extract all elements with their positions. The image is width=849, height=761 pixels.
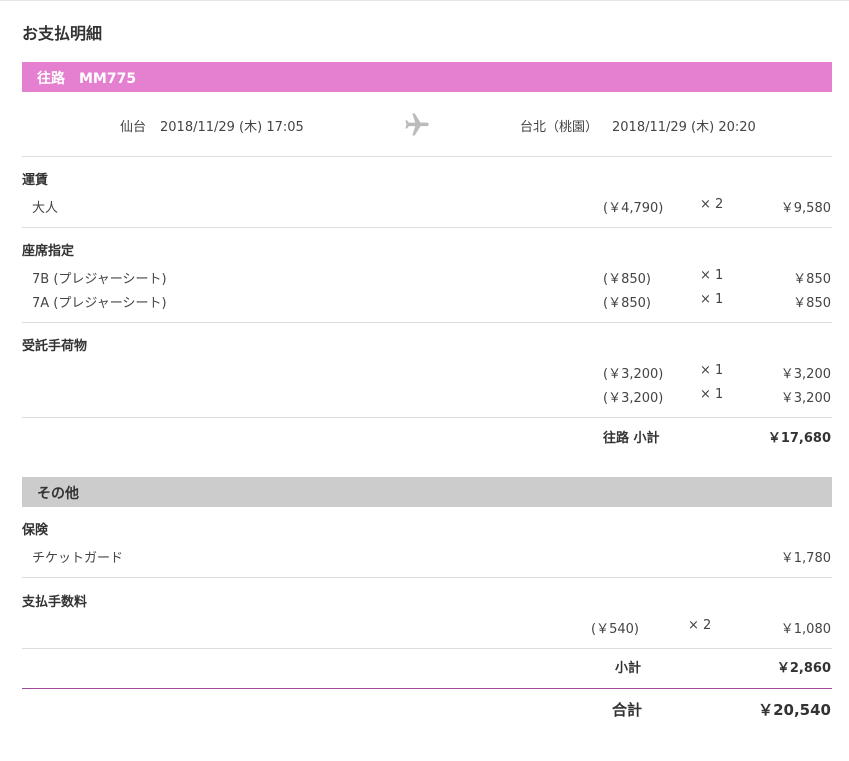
line-item-amount: ￥9,580	[780, 201, 831, 216]
line-item-label: 7A (プレジャーシート)	[32, 296, 167, 311]
line-item-unit-price: (￥850)	[603, 296, 651, 311]
line-item-amount: ￥1,780	[780, 551, 831, 566]
line-item-quantity: × 1	[700, 363, 724, 378]
line-item-label: 7B (プレジャーシート)	[32, 272, 167, 287]
seat-section-title: 座席指定	[22, 244, 75, 259]
arrival-city: 台北（桃園）	[520, 120, 599, 135]
outbound-flight-label: 往路 MM775	[37, 71, 137, 87]
outbound-subtotal-label: 往路 小計	[603, 431, 660, 446]
payment-fee-section-title: 支払手数料	[22, 595, 88, 610]
line-item-quantity: × 2	[700, 197, 724, 212]
line-item-quantity: × 2	[688, 618, 712, 633]
line-item-quantity: × 1	[700, 387, 724, 402]
top-divider	[0, 0, 849, 1]
departure-city: 仙台	[120, 120, 147, 135]
outbound-subtotal-amount: ￥17,680	[767, 431, 831, 446]
line-item-amount: ￥3,200	[780, 391, 831, 406]
total-divider	[22, 688, 832, 689]
grand-total-label: 合計	[612, 701, 643, 719]
departure-datetime: 2018/11/29 (木) 17:05	[160, 120, 304, 135]
other-header-band: その他	[22, 477, 832, 507]
line-item-quantity: × 1	[700, 292, 724, 307]
section-divider	[22, 156, 832, 157]
insurance-section-title: 保険	[22, 523, 49, 538]
other-subtotal-label: 小計	[615, 661, 642, 676]
line-item-amount: ￥1,080	[780, 622, 831, 637]
arrival-datetime: 2018/11/29 (木) 20:20	[612, 120, 756, 135]
other-subtotal-amount: ￥2,860	[776, 661, 831, 676]
line-item-quantity: × 1	[700, 268, 724, 283]
other-header-label: その他	[37, 486, 79, 502]
line-item-amount: ￥3,200	[780, 367, 831, 382]
page-title: お支払明細	[22, 24, 103, 43]
airplane-icon	[405, 113, 429, 136]
line-item-unit-price: (￥850)	[603, 272, 651, 287]
section-divider	[22, 648, 832, 649]
section-divider	[22, 322, 832, 323]
section-divider	[22, 417, 832, 418]
section-divider	[22, 227, 832, 228]
line-item-label: チケットガード	[32, 551, 124, 566]
line-item-amount: ￥850	[793, 272, 831, 287]
line-item-label: 大人	[32, 201, 59, 216]
outbound-header-band: 往路 MM775	[22, 62, 832, 92]
baggage-section-title: 受託手荷物	[22, 339, 88, 354]
line-item-unit-price: (￥3,200)	[603, 391, 664, 406]
section-divider	[22, 577, 832, 578]
line-item-amount: ￥850	[793, 296, 831, 311]
line-item-unit-price: (￥4,790)	[603, 201, 664, 216]
line-item-unit-price: (￥540)	[591, 622, 639, 637]
line-item-unit-price: (￥3,200)	[603, 367, 664, 382]
grand-total-amount: ￥20,540	[758, 701, 831, 719]
fare-section-title: 運賃	[22, 173, 49, 188]
